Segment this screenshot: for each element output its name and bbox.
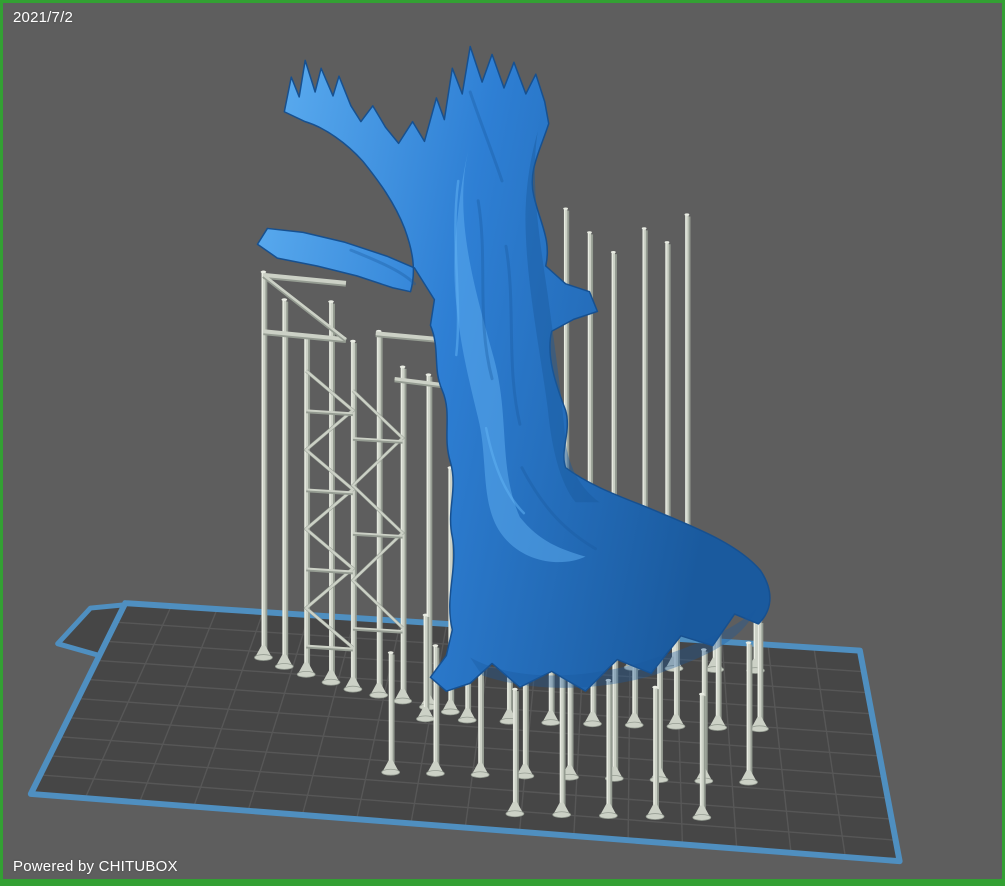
print-preview-canvas[interactable] — [3, 3, 1002, 879]
build-date-label: 2021/7/2 — [13, 9, 73, 26]
chitubox-watermark: Powered by CHITUBOX — [13, 858, 178, 875]
chitubox-preview-window: 2021/7/2 Powered by CHITUBOX — [0, 0, 1005, 886]
